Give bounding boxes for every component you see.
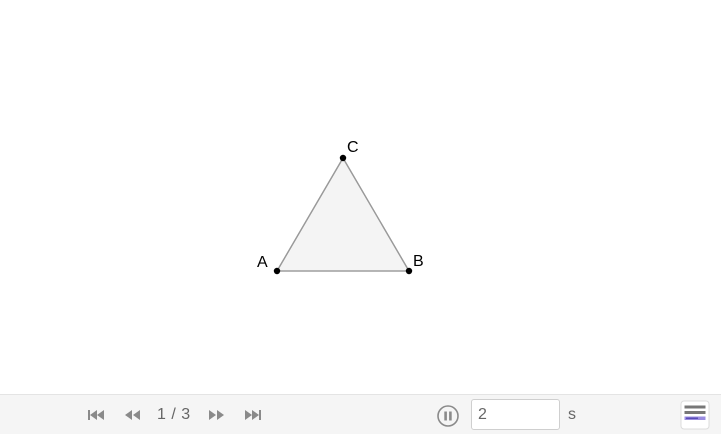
fast-forward-icon[interactable] xyxy=(207,406,227,424)
point-b-label: B xyxy=(413,253,424,270)
speed-unit-label: s xyxy=(568,406,576,423)
point-a-label: A xyxy=(257,254,268,271)
construction-canvas[interactable]: A B C xyxy=(0,0,721,394)
point-c-label: C xyxy=(347,139,359,156)
skip-to-start-icon[interactable] xyxy=(86,406,106,424)
pause-icon[interactable] xyxy=(436,404,460,428)
triangle-abc[interactable] xyxy=(275,156,411,272)
rewind-icon[interactable] xyxy=(122,406,142,424)
play-speed-input[interactable] xyxy=(471,399,560,430)
point-c[interactable] xyxy=(339,154,347,162)
construction-navigation-bar: 1 / 3 s xyxy=(0,394,721,434)
graphics-view[interactable]: A B C xyxy=(0,0,721,394)
point-b[interactable] xyxy=(405,267,413,275)
algebra-view-icon[interactable] xyxy=(680,400,710,430)
step-counter: 1 / 3 xyxy=(157,406,191,423)
point-a[interactable] xyxy=(273,267,281,275)
skip-to-end-icon[interactable] xyxy=(243,406,263,424)
